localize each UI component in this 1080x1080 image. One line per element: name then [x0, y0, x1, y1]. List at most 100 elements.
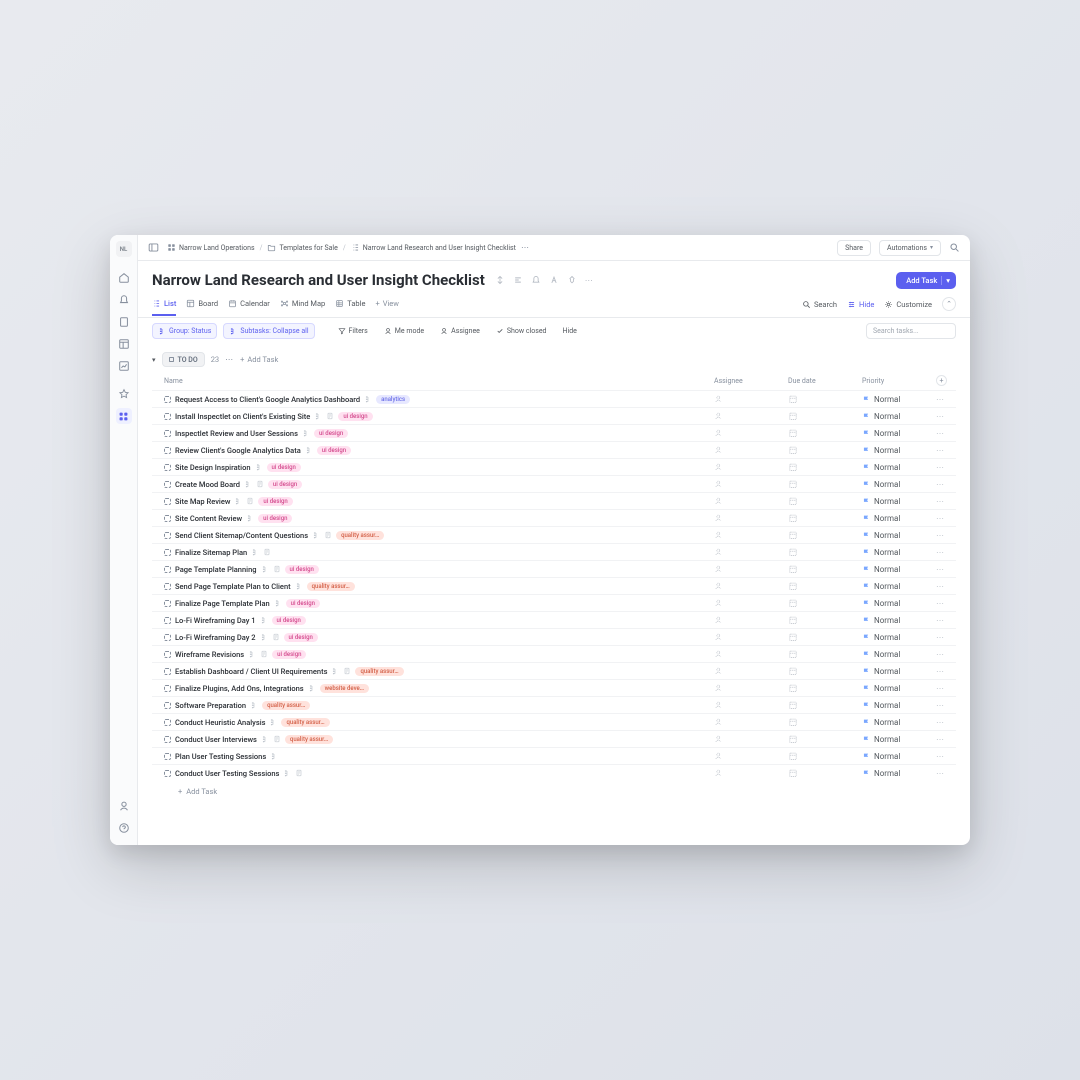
task-name[interactable]: Lo-Fi Wireframing Day 2 [175, 633, 256, 642]
assignee-cell[interactable] [714, 751, 788, 761]
status-dot-icon[interactable] [164, 651, 171, 658]
row-more-icon[interactable]: ⋯ [936, 769, 956, 778]
assignee-cell[interactable] [714, 564, 788, 574]
priority-cell[interactable]: Normal [862, 497, 936, 506]
status-dot-icon[interactable] [164, 719, 171, 726]
view-search[interactable]: Search [802, 300, 837, 315]
assignee-cell[interactable] [714, 717, 788, 727]
due-cell[interactable] [788, 632, 862, 642]
row-more-icon[interactable]: ⋯ [936, 718, 956, 727]
tab-list[interactable]: List [152, 299, 176, 316]
doc-icon[interactable] [273, 565, 281, 573]
crumb-folder[interactable]: Templates for Sale [267, 243, 337, 252]
status-pill[interactable]: TO DO [162, 352, 205, 367]
due-cell[interactable] [788, 700, 862, 710]
assignee-cell[interactable] [714, 462, 788, 472]
status-dot-icon[interactable] [164, 566, 171, 573]
tag[interactable]: ui design [258, 497, 292, 506]
tab-mindmap[interactable]: Mind Map [280, 299, 325, 316]
status-dot-icon[interactable] [164, 549, 171, 556]
priority-cell[interactable]: Normal [862, 735, 936, 744]
assignee-cell[interactable] [714, 479, 788, 489]
task-name[interactable]: Software Preparation [175, 701, 246, 710]
status-dot-icon[interactable] [164, 515, 171, 522]
doc-icon[interactable] [263, 548, 271, 556]
assignee-cell[interactable] [714, 598, 788, 608]
tag[interactable]: quality assur… [285, 735, 333, 744]
status-dot-icon[interactable] [164, 668, 171, 675]
task-row[interactable]: Finalize Sitemap PlanNormal⋯ [152, 543, 956, 560]
pin-icon[interactable] [567, 274, 577, 286]
priority-cell[interactable]: Normal [862, 429, 936, 438]
assignee-cell[interactable] [714, 513, 788, 523]
assignee-cell[interactable] [714, 632, 788, 642]
task-row[interactable]: Page Template Planningui designNormal⋯ [152, 560, 956, 577]
task-search-input[interactable]: Search tasks... [866, 323, 956, 339]
task-name[interactable]: Establish Dashboard / Client UI Requirem… [175, 667, 327, 676]
sidebar-toggle-icon[interactable] [148, 242, 159, 253]
workspace-avatar[interactable]: NL [116, 241, 132, 257]
group-collapse-icon[interactable]: ▾ [152, 356, 156, 364]
tag[interactable]: ui design [285, 565, 319, 574]
row-more-icon[interactable]: ⋯ [936, 480, 956, 489]
due-cell[interactable] [788, 462, 862, 472]
due-cell[interactable] [788, 734, 862, 744]
row-more-icon[interactable]: ⋯ [936, 514, 956, 523]
status-dot-icon[interactable] [164, 634, 171, 641]
tag[interactable]: ui design [284, 633, 318, 642]
assignee-cell[interactable] [714, 700, 788, 710]
status-dot-icon[interactable] [164, 447, 171, 454]
task-row[interactable]: Send Page Template Plan to Clientquality… [152, 577, 956, 594]
due-cell[interactable] [788, 428, 862, 438]
due-cell[interactable] [788, 649, 862, 659]
priority-cell[interactable]: Normal [862, 701, 936, 710]
tag[interactable]: ui design [317, 446, 351, 455]
nav-spaces-icon[interactable] [116, 408, 132, 424]
due-cell[interactable] [788, 717, 862, 727]
task-row[interactable]: Lo-Fi Wireframing Day 1ui designNormal⋯ [152, 611, 956, 628]
add-task-button[interactable]: Add Task ▾ [896, 272, 956, 289]
tag[interactable]: ui design [258, 514, 292, 523]
due-cell[interactable] [788, 598, 862, 608]
crumb-space[interactable]: Narrow Land Operations [167, 243, 255, 252]
row-more-icon[interactable]: ⋯ [936, 395, 956, 404]
tag[interactable]: quality assur… [281, 718, 329, 727]
task-name[interactable]: Create Mood Board [175, 480, 240, 489]
doc-icon[interactable] [326, 412, 334, 420]
nav-invite-icon[interactable] [116, 798, 132, 814]
tag[interactable]: ui design [338, 412, 372, 421]
task-row[interactable]: Site Design Inspirationui designNormal⋯ [152, 458, 956, 475]
task-row[interactable]: Conduct User Testing SessionsNormal⋯ [152, 764, 956, 781]
doc-icon[interactable] [324, 531, 332, 539]
row-more-icon[interactable]: ⋯ [936, 412, 956, 421]
task-name[interactable]: Wireframe Revisions [175, 650, 244, 659]
task-name[interactable]: Install Inspectlet on Client's Existing … [175, 412, 310, 421]
due-cell[interactable] [788, 547, 862, 557]
crumb-list[interactable]: Narrow Land Research and User Insight Ch… [351, 243, 516, 252]
nav-help-icon[interactable] [116, 820, 132, 836]
status-dot-icon[interactable] [164, 481, 171, 488]
filter-hide[interactable]: Hide [558, 324, 582, 338]
task-name[interactable]: Send Client Sitemap/Content Questions [175, 531, 308, 540]
task-row[interactable]: Request Access to Client's Google Analyt… [152, 390, 956, 407]
tab-board[interactable]: Board [186, 299, 218, 316]
nav-inbox-icon[interactable] [116, 292, 132, 308]
row-more-icon[interactable]: ⋯ [936, 497, 956, 506]
assignee-cell[interactable] [714, 496, 788, 506]
assignee-chip[interactable]: Assignee [435, 324, 485, 338]
status-dot-icon[interactable] [164, 413, 171, 420]
tag[interactable]: analytics [376, 395, 410, 404]
row-more-icon[interactable]: ⋯ [936, 735, 956, 744]
col-priority[interactable]: Priority [862, 375, 936, 386]
add-task-row[interactable]: +Add Task [152, 781, 956, 796]
priority-cell[interactable]: Normal [862, 565, 936, 574]
due-cell[interactable] [788, 513, 862, 523]
priority-cell[interactable]: Normal [862, 718, 936, 727]
task-name[interactable]: Finalize Sitemap Plan [175, 548, 247, 557]
tag[interactable]: ui design [314, 429, 348, 438]
nav-docs-icon[interactable] [116, 314, 132, 330]
row-more-icon[interactable]: ⋯ [936, 582, 956, 591]
priority-cell[interactable]: Normal [862, 752, 936, 761]
priority-cell[interactable]: Normal [862, 514, 936, 523]
task-name[interactable]: Page Template Planning [175, 565, 257, 574]
